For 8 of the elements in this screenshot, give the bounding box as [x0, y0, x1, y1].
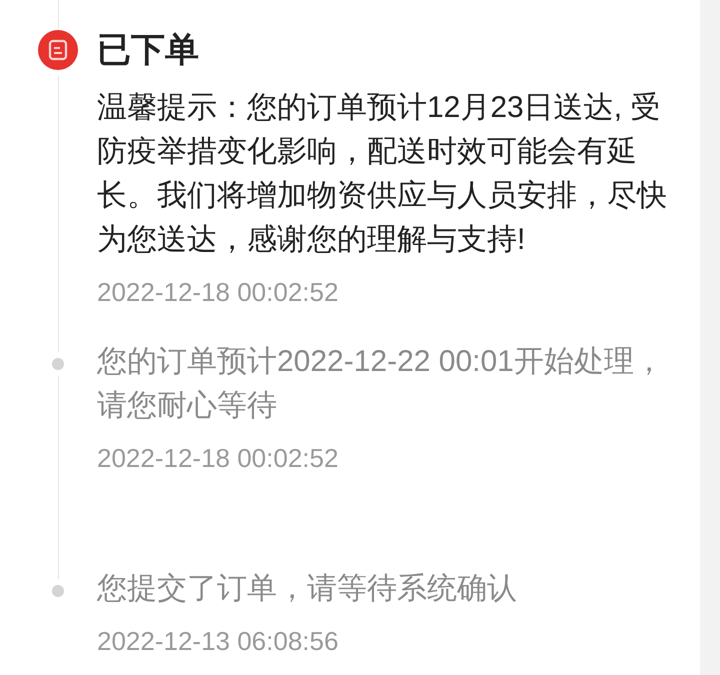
timestamp: 2022-12-18 00:02:52: [97, 442, 340, 475]
status-message: 您的订单预计2022-12-22 00:01开始处理，请您耐心等待: [97, 344, 665, 424]
order-status-icon: [38, 30, 78, 70]
timestamp: 2022-12-18 00:02:52: [97, 276, 340, 309]
timestamp: 2022-12-13 06:08:56: [97, 625, 340, 658]
status-message: 您提交了订单，请等待系统确认: [97, 571, 518, 607]
status-message: 温馨提示：您的订单预计12月23日送达, 受防疫举措变化影响，配送时效可能会有延长。我们将增加物资供应与人员安排，尽快为您送达，感谢您的理解与支持!: [97, 90, 668, 258]
status-title: 已下单: [97, 30, 200, 71]
